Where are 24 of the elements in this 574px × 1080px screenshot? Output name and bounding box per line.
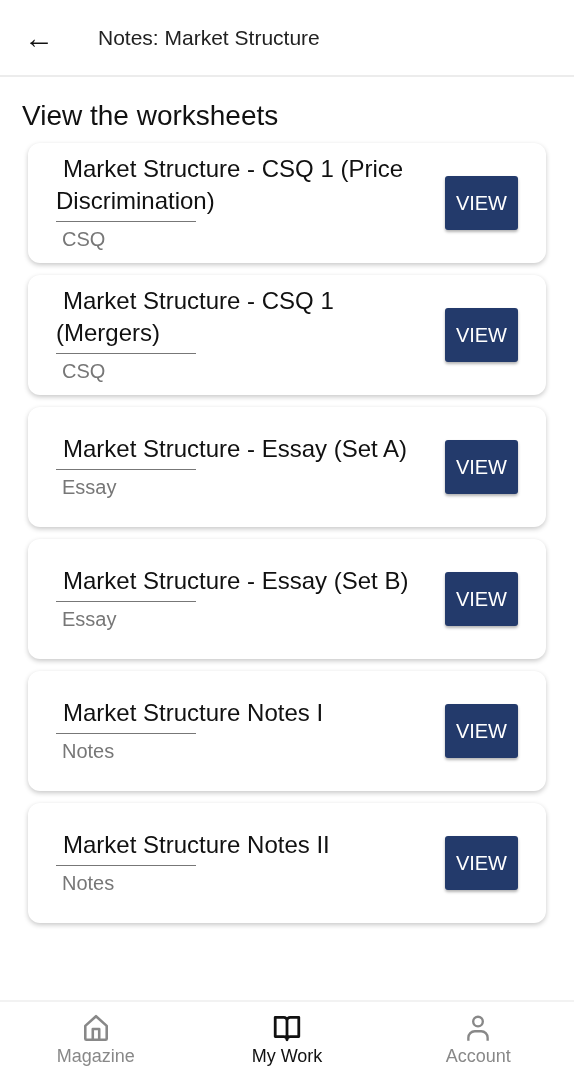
view-button[interactable]: VIEW — [444, 308, 518, 362]
worksheet-title: Market Structure - CSQ 1 (Price Discrimination) — [56, 153, 405, 216]
worksheet-type: CSQ — [61, 226, 107, 252]
worksheet-type: Notes — [61, 738, 116, 764]
worksheet-type: Essay — [61, 474, 118, 500]
nav-tab[interactable]: Magazine — [0, 1002, 192, 1080]
view-button[interactable]: VIEW — [444, 572, 518, 626]
worksheet-title: Market Structure - CSQ 1 (Mergers) — [56, 285, 335, 348]
back-button[interactable]: ← — [24, 22, 54, 53]
nav-tab[interactable]: My Work — [191, 1002, 383, 1080]
worksheet-title: Market Structure Notes I — [62, 697, 325, 728]
worksheet-title: Market Structure Notes II — [62, 829, 331, 860]
worksheet-type: Essay — [61, 606, 118, 632]
worksheet-title: Market Structure - Essay (Set A) — [62, 433, 409, 464]
view-button[interactable]: VIEW — [444, 704, 518, 758]
worksheet-type: CSQ — [61, 358, 107, 384]
view-button[interactable]: VIEW — [444, 440, 518, 494]
view-button[interactable]: VIEW — [444, 176, 518, 230]
worksheet-title: Market Structure - Essay (Set B) — [62, 565, 410, 596]
page-title: Notes: Market Structure — [98, 24, 320, 51]
worksheet-type: Notes — [61, 870, 116, 896]
section-heading: View the worksheets — [22, 99, 280, 133]
view-button[interactable]: VIEW — [444, 836, 518, 890]
nav-tab[interactable]: Account — [382, 1002, 574, 1080]
